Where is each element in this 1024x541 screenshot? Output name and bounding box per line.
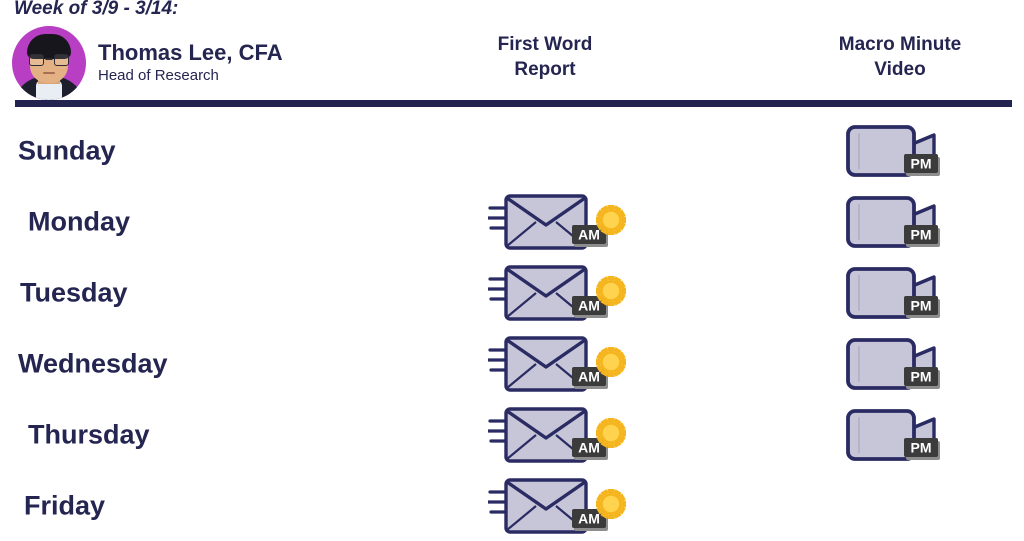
schedule-row: Friday AM — [0, 470, 1024, 541]
macro-minute-video-icon[interactable]: PM — [842, 192, 982, 252]
schedule-row: Monday AM PM — [0, 186, 1024, 257]
day-label-friday: Friday — [24, 490, 106, 520]
schedule-row: Tuesday AM PM — [0, 257, 1024, 328]
svg-text:PM: PM — [911, 297, 932, 313]
first-word-report-email-icon[interactable]: AM — [488, 334, 628, 394]
video-camera-icon-svg: PM — [846, 266, 957, 319]
email-envelope-icon-svg: AM — [488, 477, 626, 534]
column-header-line-1: First Word — [497, 34, 593, 55]
day-label-wednesday: Wednesday — [18, 348, 168, 378]
macro-minute-video-icon[interactable]: PM — [842, 405, 982, 465]
column-header-first-word-report: First Word Report — [435, 32, 655, 83]
svg-text:AM: AM — [578, 226, 600, 242]
video-camera-icon-svg: PM — [846, 124, 957, 177]
svg-text:PM: PM — [911, 368, 932, 384]
column-header-line-1: Macro Minute — [838, 34, 962, 55]
svg-text:AM: AM — [578, 510, 600, 526]
video-camera-icon-svg: PM — [846, 195, 957, 248]
header-divider — [15, 100, 1012, 107]
first-word-report-email-icon[interactable]: AM — [488, 263, 628, 323]
schedule-row: Sunday PM — [0, 115, 1024, 186]
macro-minute-video-icon[interactable]: PM — [842, 121, 982, 181]
first-word-report-email-icon[interactable]: AM — [488, 192, 628, 252]
macro-minute-video-icon[interactable]: PM — [842, 263, 982, 323]
schedule-grid: Sunday PM Monday AM PM Tuesday AM PM Wed… — [0, 115, 1024, 541]
analyst-block: Thomas Lee, CFA Head of Research — [12, 26, 283, 100]
email-envelope-icon-svg: AM — [488, 406, 626, 463]
video-camera-icon-svg: PM — [846, 408, 957, 461]
column-header-macro-minute-video: Macro Minute Video — [790, 32, 1010, 83]
day-label-tuesday: Tuesday — [20, 277, 128, 307]
macro-minute-video-icon[interactable]: PM — [842, 334, 982, 394]
svg-text:PM: PM — [911, 155, 932, 171]
svg-text:PM: PM — [911, 439, 932, 455]
svg-text:PM: PM — [911, 226, 932, 242]
avatar-mouth — [43, 72, 55, 74]
day-label-thursday: Thursday — [28, 419, 150, 449]
email-envelope-icon-svg: AM — [488, 335, 626, 392]
first-word-report-email-icon[interactable]: AM — [488, 405, 628, 465]
analyst-text-block: Thomas Lee, CFA Head of Research — [98, 39, 283, 86]
day-label-sunday: Sunday — [18, 135, 116, 165]
email-envelope-icon-svg: AM — [488, 264, 626, 321]
svg-text:AM: AM — [578, 439, 600, 455]
schedule-row: Wednesday AM PM — [0, 328, 1024, 399]
column-header-line-2: Report — [514, 59, 576, 81]
svg-text:AM: AM — [578, 297, 600, 313]
week-label: Week of 3/9 - 3/14: — [14, 0, 179, 19]
first-word-report-email-icon[interactable]: AM — [488, 476, 628, 536]
avatar-glasses-left-lens — [29, 54, 44, 66]
analyst-name: Thomas Lee, CFA — [98, 39, 283, 65]
day-label-monday: Monday — [28, 206, 131, 236]
column-header-line-2: Video — [874, 59, 926, 81]
avatar-glasses-bridge — [45, 58, 53, 60]
analyst-title: Head of Research — [98, 67, 219, 85]
schedule-row: Thursday AM PM — [0, 399, 1024, 470]
email-envelope-icon-svg: AM — [488, 193, 626, 250]
avatar-glasses-right-lens — [54, 54, 69, 66]
svg-text:AM: AM — [578, 368, 600, 384]
analyst-headshot-avatar — [12, 26, 86, 100]
video-camera-icon-svg: PM — [846, 337, 957, 390]
